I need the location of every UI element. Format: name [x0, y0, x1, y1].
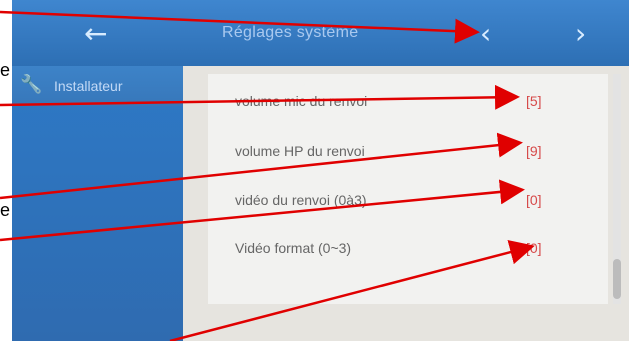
scrollbar[interactable] — [613, 74, 621, 304]
setting-row-video-format[interactable]: Vidéo format (0~3) [0] — [208, 226, 608, 276]
setting-label: vidéo du renvoi (0à3) — [235, 192, 367, 208]
back-arrow-icon[interactable]: ← — [84, 17, 107, 50]
setting-value: [0] — [526, 240, 542, 256]
setting-value: [5] — [526, 93, 542, 109]
settings-panel: volume mic du renvoi [5] volume HP du re… — [208, 74, 608, 304]
settings-content: volume mic du renvoi [5] volume HP du re… — [183, 66, 629, 341]
setting-value: [9] — [526, 143, 542, 159]
device-screen: ← Réglages système ‹ › 🔧 Installateur vo… — [12, 0, 629, 341]
setting-row-video-renvoi[interactable]: vidéo du renvoi (0à3) [0] — [208, 178, 608, 228]
page-title: Réglages système — [222, 24, 359, 41]
annotation-label: e — [0, 200, 11, 221]
setting-row-speaker-volume[interactable]: volume HP du renvoi [9] — [208, 129, 608, 179]
scrollbar-thumb[interactable] — [613, 259, 621, 299]
chevron-left-icon[interactable]: ‹ — [480, 17, 491, 50]
chevron-right-icon[interactable]: › — [575, 17, 586, 50]
setting-label: volume mic du renvoi — [235, 93, 368, 109]
setting-label: volume HP du renvoi — [235, 143, 365, 159]
sidebar-item-label: Installateur — [54, 78, 123, 94]
setting-label: Vidéo format (0~3) — [235, 240, 352, 256]
annotation-label: e — [0, 60, 11, 81]
sidebar-item-installateur[interactable]: 🔧 Installateur — [12, 66, 183, 106]
sidebar: 🔧 Installateur — [12, 66, 183, 341]
setting-value: [0] — [526, 192, 542, 208]
header-bar: ← Réglages système ‹ › — [12, 0, 629, 66]
wrench-icon: 🔧 — [20, 74, 43, 95]
setting-row-mic-volume[interactable]: volume mic du renvoi [5] — [208, 79, 608, 129]
